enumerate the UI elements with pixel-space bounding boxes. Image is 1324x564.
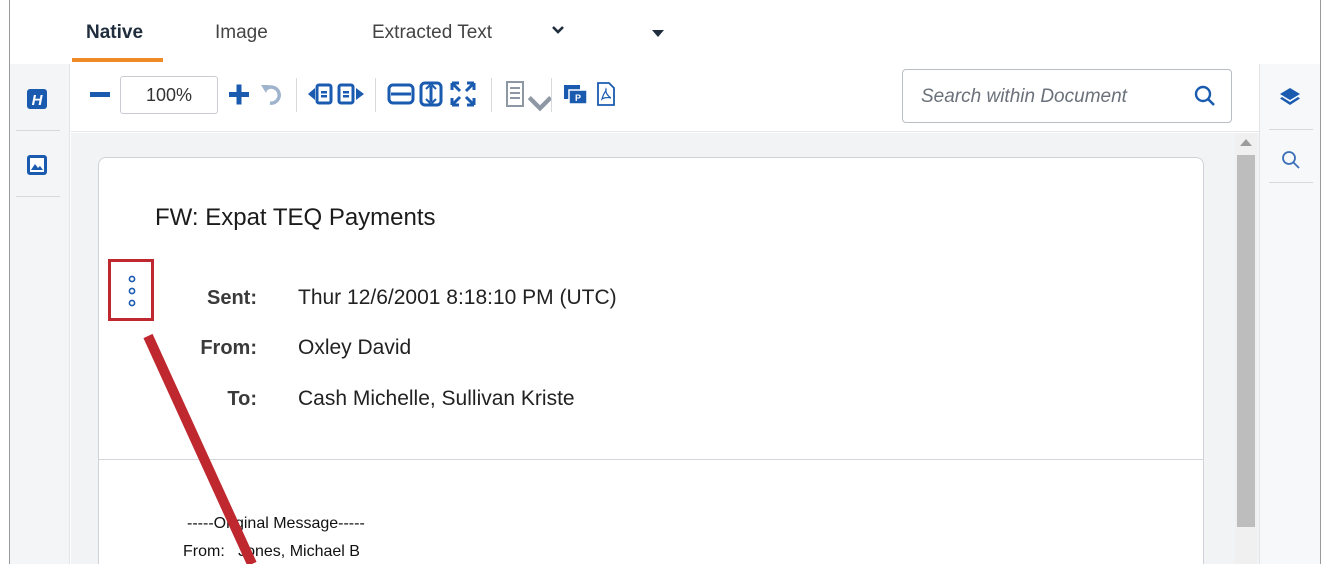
to-value: Cash Michelle, Sullivan Kriste	[298, 387, 575, 410]
sent-label: Sent:	[207, 287, 257, 309]
right-sidebar	[1259, 64, 1320, 564]
more-options-icon[interactable]	[124, 274, 140, 308]
chevron-down-icon[interactable]	[550, 24, 566, 36]
zoom-level-input[interactable]: 100%	[120, 76, 218, 114]
toolbar-divider	[491, 78, 492, 112]
zoom-in-icon[interactable]	[224, 79, 254, 109]
toolbar-divider	[551, 78, 552, 112]
document-viewport[interactable]: FW: Expat TEQ Payments Sent: Thur 12/6/2…	[71, 133, 1259, 564]
search-icon[interactable]	[1281, 150, 1301, 170]
header-divider	[99, 459, 1203, 460]
rail-divider	[1269, 129, 1313, 130]
fullscreen-icon[interactable]	[448, 79, 478, 109]
svg-text:H: H	[32, 92, 44, 109]
rail-divider	[1269, 182, 1313, 183]
svg-text:P: P	[575, 93, 581, 103]
left-sidebar: H	[10, 64, 70, 564]
fit-width-icon[interactable]	[386, 79, 416, 109]
toolbar-divider	[375, 78, 376, 112]
more-options-highlight	[108, 259, 154, 321]
email-document: FW: Expat TEQ Payments Sent: Thur 12/6/2…	[98, 157, 1204, 564]
viewer-tab-bar: Native Image Extracted Text	[10, 0, 1320, 64]
body-line: From: Jones, Michael B	[183, 543, 360, 560]
zoom-out-icon[interactable]	[85, 79, 115, 109]
page-prev-icon[interactable]	[306, 79, 336, 109]
caret-down-icon[interactable]	[651, 29, 665, 38]
from-value: Oxley David	[298, 336, 412, 359]
body-line: -----Original Message-----	[187, 515, 365, 532]
fit-height-icon[interactable]	[416, 79, 446, 109]
rail-divider	[16, 196, 60, 197]
from-label: From:	[200, 337, 257, 359]
tab-image[interactable]: Image	[215, 22, 268, 44]
search-icon[interactable]	[1193, 84, 1217, 108]
viewer-toolbar: 100% P Search within Document	[71, 64, 1259, 132]
scroll-up-arrow[interactable]	[1240, 139, 1252, 146]
page-next-icon[interactable]	[336, 79, 366, 109]
email-subject: FW: Expat TEQ Payments	[155, 204, 436, 231]
toolbar-divider	[296, 78, 297, 112]
layers-icon[interactable]	[1279, 86, 1301, 108]
active-tab-indicator	[72, 58, 163, 62]
image-icon[interactable]	[26, 154, 48, 176]
rail-divider	[16, 130, 60, 131]
pdf-icon[interactable]	[591, 79, 621, 109]
export-icon[interactable]: P	[561, 79, 591, 109]
highlight-icon[interactable]: H	[26, 88, 48, 110]
search-input[interactable]: Search within Document	[921, 86, 1127, 108]
scrollbar-thumb[interactable]	[1237, 155, 1255, 527]
document-viewer: Native Image Extracted Text H 100% P Sea…	[9, 0, 1321, 564]
sent-value: Thur 12/6/2001 8:18:10 PM (UTC)	[298, 286, 617, 309]
tab-extracted-text[interactable]: Extracted Text	[372, 22, 492, 44]
to-label: To:	[227, 388, 257, 410]
rotate-icon[interactable]	[257, 79, 287, 109]
tab-native[interactable]: Native	[86, 22, 143, 44]
document-search-box[interactable]: Search within Document	[902, 69, 1232, 123]
